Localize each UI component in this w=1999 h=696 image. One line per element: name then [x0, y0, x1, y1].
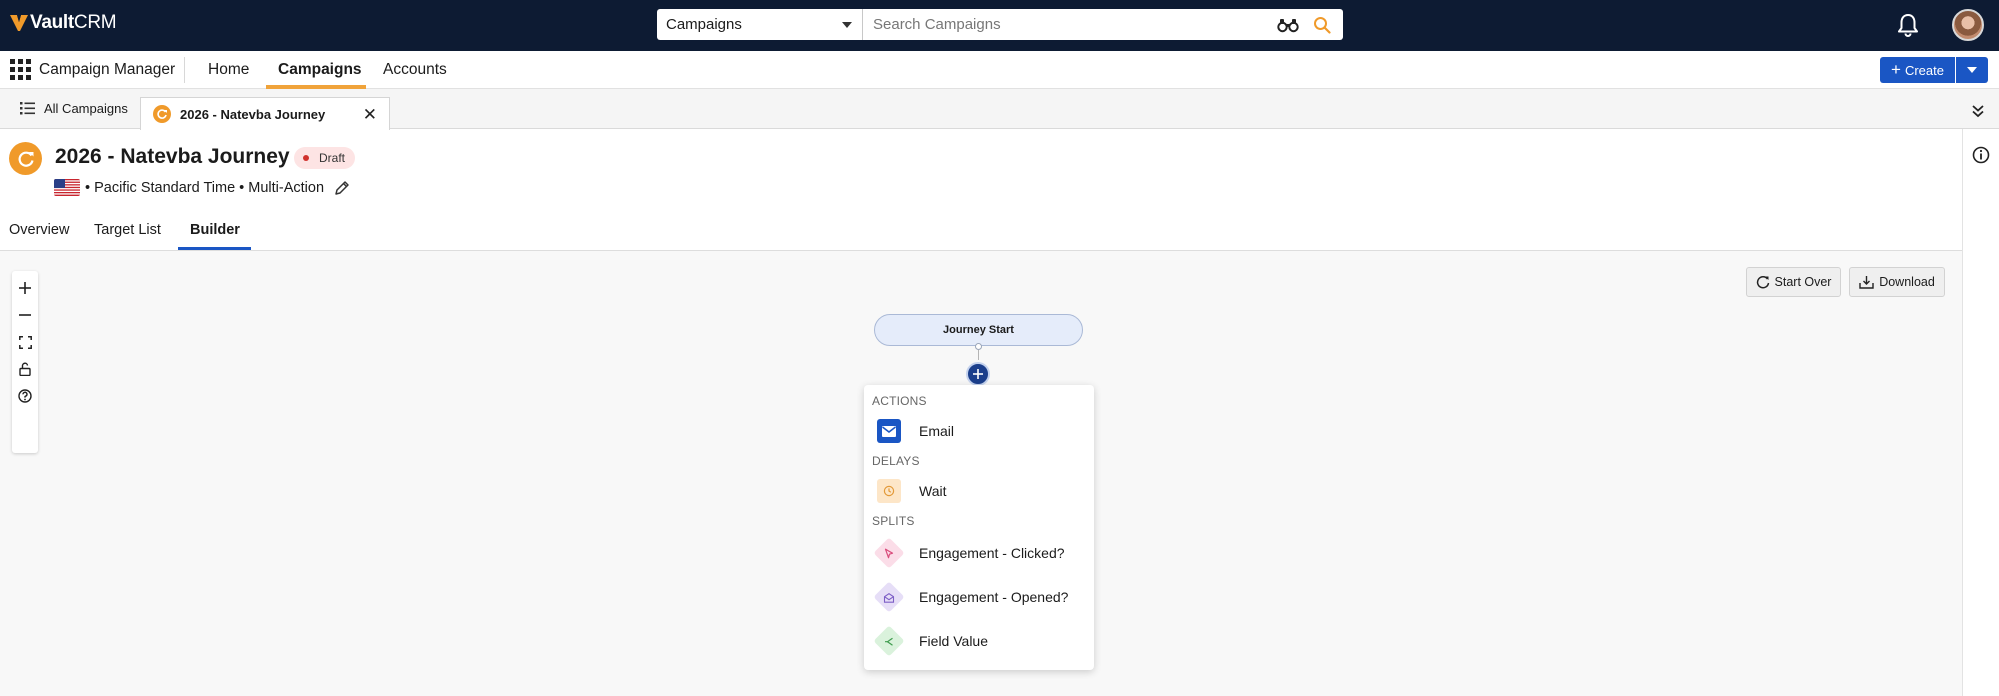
download-label: Download: [1879, 275, 1935, 289]
campaign-meta: • Pacific Standard Time • Multi-Action: [54, 179, 350, 196]
menu-section-delays: DELAYS: [872, 454, 920, 468]
fit-view-icon: [18, 335, 32, 349]
chevron-down-icon: [1967, 67, 1977, 73]
global-search: Campaigns: [657, 9, 1343, 40]
list-icon: [20, 102, 35, 115]
menu-section-splits: SPLITS: [872, 514, 915, 528]
menu-item-engagement-clicked-label: Engagement - Clicked?: [919, 545, 1065, 561]
add-step-button[interactable]: [966, 362, 990, 386]
search-icon[interactable]: [1313, 16, 1331, 34]
fit-view-button[interactable]: [16, 333, 34, 351]
nav-bar: Campaign Manager Home Campaigns Accounts…: [0, 51, 1999, 89]
help-button[interactable]: [16, 387, 34, 405]
nav-item-home[interactable]: Home: [208, 61, 249, 79]
canvas-controls: [12, 271, 38, 453]
edit-pencil-icon[interactable]: [334, 180, 350, 196]
tab-builder[interactable]: Builder: [190, 222, 240, 238]
menu-item-field-value-label: Field Value: [919, 633, 989, 649]
start-over-label: Start Over: [1774, 275, 1832, 289]
wait-icon-wrap: [876, 478, 902, 504]
right-side-rail: [1962, 129, 1999, 696]
menu-item-field-value[interactable]: Field Value: [873, 625, 989, 657]
clock-icon: [877, 479, 901, 503]
unlock-icon: [19, 362, 31, 376]
field-value-icon-wrap: [873, 625, 905, 657]
search-input[interactable]: [863, 9, 1277, 40]
menu-item-engagement-opened[interactable]: Engagement - Opened?: [873, 581, 1069, 613]
status-label: Draft: [319, 151, 346, 165]
workspace-tabs-bar: All Campaigns 2026 - Natevba Journey ✕: [0, 89, 1999, 130]
user-avatar[interactable]: [1952, 9, 1984, 41]
status-badge: Draft: [294, 147, 356, 169]
download-icon: [1859, 276, 1874, 289]
clicked-icon-wrap: [873, 537, 905, 569]
lock-button[interactable]: [16, 360, 34, 378]
binoculars-icon[interactable]: [1277, 17, 1299, 33]
menu-item-email[interactable]: Email: [876, 418, 954, 444]
email-icon-wrap: [876, 418, 902, 444]
double-chevron-down-icon[interactable]: [1971, 104, 1985, 118]
brand-vault: Vault: [30, 12, 74, 33]
campaign-type-icon: [9, 142, 42, 175]
menu-item-email-label: Email: [919, 423, 955, 439]
create-button[interactable]: + Create: [1880, 57, 1955, 83]
status-dot: [303, 155, 309, 161]
envelope-icon: [877, 419, 901, 443]
app-launcher-icon[interactable]: [10, 59, 31, 80]
plus-icon: +: [1891, 59, 1901, 79]
vault-crm-logo[interactable]: Vault CRM: [9, 12, 117, 34]
node-connector-dot: [975, 343, 982, 350]
node-connector-line: [978, 350, 979, 360]
add-step-menu: ACTIONS Email DELAYS Wait SPLITS Engagem…: [864, 385, 1094, 670]
search-scope-value: Campaigns: [666, 16, 742, 33]
chevron-down-icon: [842, 21, 852, 28]
page-title: 2026 - Natevba Journey: [55, 145, 290, 168]
menu-section-actions: ACTIONS: [872, 394, 927, 408]
app-name: Campaign Manager: [39, 61, 176, 78]
tab-campaign-record-label: 2026 - Natevba Journey: [180, 106, 326, 122]
menu-item-engagement-opened-label: Engagement - Opened?: [919, 589, 1069, 605]
close-icon[interactable]: ✕: [363, 105, 377, 125]
nav-divider: [184, 57, 185, 83]
journey-start-node[interactable]: Journey Start: [874, 314, 1083, 346]
campaign-meta-text: • Pacific Standard Time • Multi-Action: [85, 179, 325, 196]
us-flag-icon: [54, 179, 80, 196]
minus-icon: [19, 314, 31, 316]
menu-item-wait-label: Wait: [919, 483, 947, 499]
download-button[interactable]: Download: [1849, 267, 1945, 297]
create-dropdown-button[interactable]: [1956, 57, 1988, 83]
search-scope-select[interactable]: Campaigns: [657, 9, 863, 40]
zoom-out-button[interactable]: [16, 306, 34, 324]
nav-item-campaigns[interactable]: Campaigns: [278, 61, 362, 79]
opened-icon-wrap: [873, 581, 905, 613]
help-icon: [18, 389, 32, 403]
campaign-journey-icon: [153, 105, 171, 123]
plus-icon: [973, 369, 983, 379]
journey-start-label: Journey Start: [943, 324, 1014, 336]
vault-logo-icon: [10, 15, 28, 31]
cursor-icon: [873, 537, 905, 569]
tab-all-campaigns-label: All Campaigns: [44, 101, 128, 116]
tab-campaign-record[interactable]: 2026 - Natevba Journey ✕: [140, 97, 390, 130]
info-icon[interactable]: [1972, 146, 1990, 164]
plus-icon: [19, 282, 31, 294]
top-bar: Vault CRM Campaigns: [0, 0, 1999, 51]
start-over-button[interactable]: Start Over: [1746, 267, 1841, 297]
zoom-in-button[interactable]: [16, 279, 34, 297]
menu-item-wait[interactable]: Wait: [876, 478, 946, 504]
refresh-icon: [1756, 276, 1769, 289]
branch-icon: [873, 625, 905, 657]
brand-crm: CRM: [73, 12, 117, 33]
tab-target-list[interactable]: Target List: [94, 222, 161, 238]
bell-icon[interactable]: [1896, 12, 1920, 38]
menu-item-engagement-clicked[interactable]: Engagement - Clicked?: [873, 537, 1065, 569]
nav-item-accounts[interactable]: Accounts: [383, 61, 447, 79]
open-envelope-icon: [873, 581, 905, 613]
create-button-label: Create: [1904, 62, 1944, 78]
tab-all-campaigns[interactable]: All Campaigns: [20, 101, 128, 116]
tab-overview[interactable]: Overview: [9, 222, 69, 238]
